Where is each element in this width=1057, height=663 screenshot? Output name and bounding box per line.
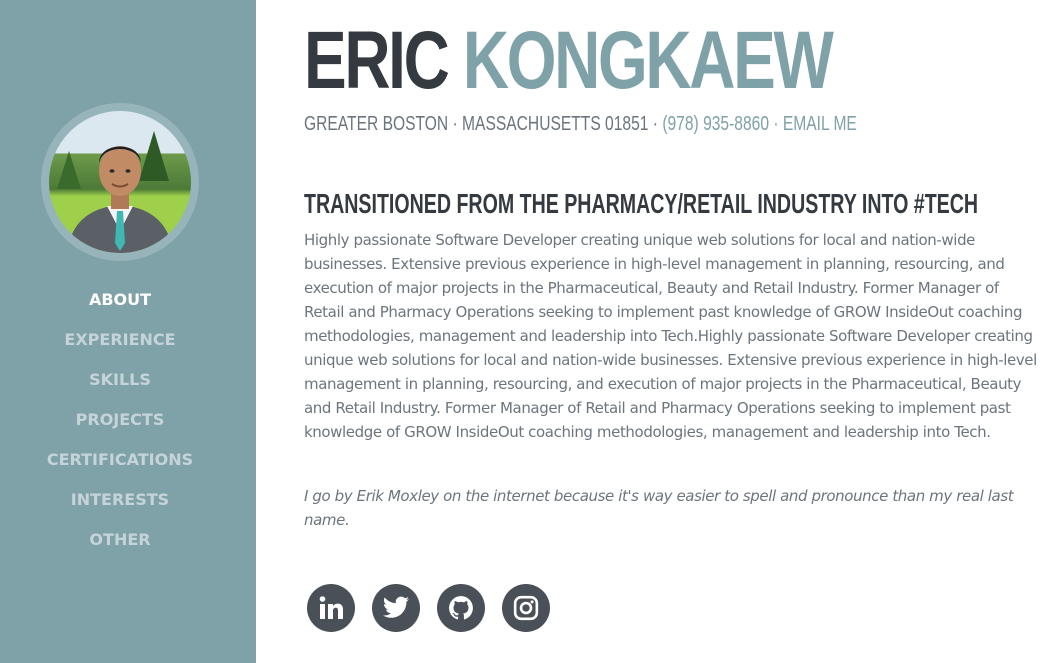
- nav-item-experience[interactable]: EXPERIENCE: [0, 320, 240, 360]
- nav-item-skills[interactable]: SKILLS: [0, 360, 240, 400]
- contact-separator: ·: [769, 113, 783, 135]
- nav-item-about[interactable]: ABOUT: [0, 280, 240, 320]
- page-title: ERIC KONGKAEW: [304, 15, 834, 106]
- nav-item-interests[interactable]: INTERESTS: [0, 480, 240, 520]
- github-icon: [449, 596, 473, 620]
- about-headline: Transitioned from the Pharmacy/Retail In…: [304, 188, 979, 219]
- github-button[interactable]: [437, 584, 485, 632]
- phone-link[interactable]: (978) 935-8860: [662, 113, 769, 135]
- linkedin-button[interactable]: [307, 584, 355, 632]
- twitter-icon: [382, 596, 409, 618]
- email-link[interactable]: EMAIL ME: [783, 113, 857, 135]
- profile-photo-art: [57, 131, 173, 253]
- profile-photo: [41, 103, 199, 261]
- first-name: ERIC: [304, 15, 450, 106]
- about-bio: Highly passionate Software Developer cre…: [304, 231, 1037, 441]
- about-note: I go by Erik Moxley on the internet beca…: [304, 487, 1014, 529]
- instagram-icon: [513, 595, 539, 621]
- social-links: [307, 584, 550, 632]
- sidebar: ABOUT EXPERIENCE SKILLS PROJECTS CERTIFI…: [0, 0, 256, 663]
- last-name: KONGKAEW: [462, 15, 834, 106]
- twitter-button[interactable]: [372, 584, 420, 632]
- linkedin-icon: [319, 596, 343, 619]
- nav-item-other[interactable]: OTHER: [0, 520, 240, 560]
- instagram-button[interactable]: [502, 584, 550, 632]
- sidebar-nav: ABOUT EXPERIENCE SKILLS PROJECTS CERTIFI…: [0, 280, 240, 560]
- nav-item-projects[interactable]: PROJECTS: [0, 400, 240, 440]
- contact-line: GREATER BOSTON · MASSACHUSETTS 01851 · (…: [304, 112, 857, 136]
- nav-item-certifications[interactable]: CERTIFICATIONS: [0, 440, 240, 480]
- address-text: GREATER BOSTON · MASSACHUSETTS 01851 ·: [304, 113, 663, 135]
